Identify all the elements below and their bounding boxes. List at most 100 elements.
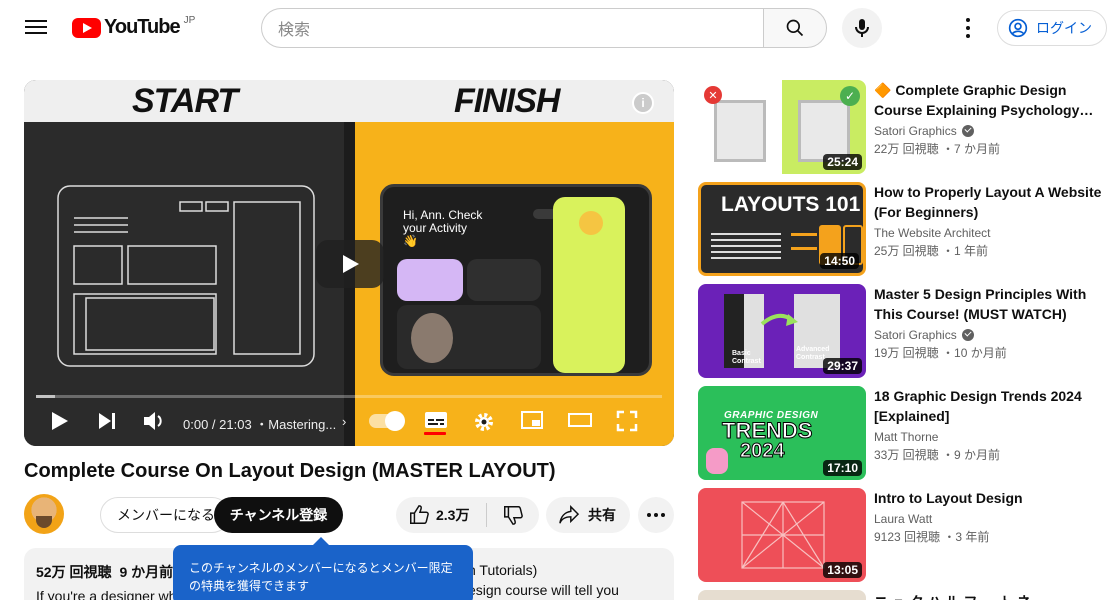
search-icon: [786, 19, 804, 37]
recommendation-meta: 25万 回視聴 ・1 年前: [874, 242, 1104, 259]
recommendation-channel[interactable]: Matt Thorne: [874, 430, 1104, 444]
chapter-chevron-icon[interactable]: ›: [342, 414, 346, 429]
view-count: 52万 回視聴: [36, 564, 112, 580]
subtitles-icon[interactable]: [424, 410, 448, 430]
youtube-logo[interactable]: YouTube JP: [72, 15, 196, 39]
share-button[interactable]: 共有: [546, 497, 630, 533]
logo-region: JP: [183, 15, 196, 26]
subscribe-button[interactable]: チャンネル登録: [214, 497, 343, 533]
tablet-avatar: [579, 211, 603, 235]
channel-name: Matt Thorne: [874, 430, 939, 444]
recommendation-title[interactable]: 18 Graphic Design Trends 2024 [Explained…: [874, 386, 1104, 426]
autoplay-toggle[interactable]: [369, 411, 405, 431]
play-icon[interactable]: [50, 410, 70, 432]
recommendation-item[interactable]: Basic Contrast Advanced Contrast 29:37 M…: [698, 284, 1108, 378]
mic-icon: [855, 19, 869, 37]
caption-start: START: [132, 82, 238, 120]
play-overlay-button[interactable]: [316, 240, 384, 288]
rec-views: 33万 回視聴: [874, 448, 939, 462]
channel-avatar[interactable]: [24, 494, 64, 534]
thumbnail-caption-band: START FINISH: [24, 80, 674, 122]
volume-icon[interactable]: [142, 410, 166, 432]
peace-hand-icon: [706, 448, 728, 474]
rec-views: 19万 回視聴: [874, 346, 939, 360]
rec-age: ・9 か月前: [942, 448, 1001, 462]
theater-mode-icon[interactable]: [568, 410, 592, 430]
rec-age: ・3 年前: [943, 530, 990, 544]
channel-name: Laura Watt: [874, 512, 933, 526]
logo-text: YouTube: [104, 16, 181, 38]
rec-views: 22万 回視聴: [874, 142, 939, 156]
upload-age: 9 か月前: [119, 564, 174, 580]
description-fragment-2: esign course will tell you: [468, 582, 619, 598]
correct-badge-icon: ✓: [840, 86, 860, 106]
recommendation-thumbnail[interactable]: GRAPHIC DESIGN TRENDS 2024 17:10: [698, 386, 866, 480]
youtube-play-icon: [72, 17, 101, 38]
duration-badge: 14:50: [820, 253, 859, 269]
duration-badge: 13:05: [823, 562, 862, 578]
thumbs-up-icon: [410, 505, 429, 524]
arrow-icon: [791, 233, 817, 236]
thumb-mockup-before: [714, 100, 766, 162]
settings-menu-icon[interactable]: [956, 18, 980, 38]
recommendation-title-partial[interactable]: ニ ュ ク ハ ル フ ー ト ネ: [874, 592, 1031, 600]
fullscreen-icon[interactable]: [616, 410, 638, 432]
thumb-text: LAYOUTS 101: [721, 193, 861, 216]
player-controls: 0:00 / 21:03 ・Mastering... ›: [24, 402, 674, 442]
rec-views: 25万 回視聴: [874, 244, 939, 258]
recommendation-channel[interactable]: Laura Watt: [874, 512, 1104, 526]
recommendation-meta: 33万 回視聴 ・9 か月前: [874, 446, 1104, 463]
recommendation-info: Intro to Layout Design Laura Watt 9123 回…: [874, 488, 1104, 545]
recommendation-title[interactable]: Master 5 Design Principles With This Cou…: [874, 284, 1104, 324]
tablet-card-purple: [397, 259, 463, 301]
tablet-mockup: Hi, Ann. Check your Activity 👋: [380, 184, 652, 376]
like-button[interactable]: 2.3万: [396, 504, 486, 526]
video-title: Complete Course On Layout Design (MASTER…: [24, 460, 556, 482]
duration-badge: 17:10: [823, 460, 862, 476]
recommendation-thumbnail-partial[interactable]: [698, 590, 866, 600]
miniplayer-icon[interactable]: [520, 410, 544, 430]
recommendation-item[interactable]: GRAPHIC DESIGN TRENDS 2024 17:10 18 Grap…: [698, 386, 1108, 480]
search-input[interactable]: 検索: [261, 8, 763, 48]
join-label: メンバーになる: [117, 507, 215, 523]
gear-icon[interactable]: [472, 410, 496, 434]
recommendation-info: Master 5 Design Principles With This Cou…: [874, 284, 1104, 361]
video-player[interactable]: START FINISH i Hi, Ann. Check your Activ…: [24, 80, 674, 446]
voice-search-button[interactable]: [842, 8, 882, 48]
dislike-button[interactable]: [487, 504, 539, 526]
tablet-greeting: Hi, Ann. Check your Activity 👋: [403, 208, 483, 248]
login-button[interactable]: ログイン: [997, 10, 1107, 46]
more-actions-icon[interactable]: [638, 497, 674, 533]
recommendation-item[interactable]: 13:05 Intro to Layout Design Laura Watt …: [698, 488, 1108, 582]
recommendation-info: 🔶 Complete Graphic Design Course Explain…: [874, 80, 1104, 157]
recommendation-title[interactable]: How to Properly Layout A Website (For Be…: [874, 182, 1104, 222]
recommendation-title[interactable]: Intro to Layout Design: [874, 488, 1104, 508]
verified-icon: [961, 329, 974, 341]
join-membership-button[interactable]: メンバーになる: [100, 497, 230, 533]
thumb-label-basic: Basic Contrast: [732, 350, 761, 365]
description-fragment-1: n Tutorials): [468, 562, 538, 578]
layout-grid-illustration: [741, 501, 825, 569]
next-icon[interactable]: [96, 410, 118, 432]
recommendation-thumbnail[interactable]: 13:05: [698, 488, 866, 582]
recommendation-thumbnail[interactable]: ✕ ✓ 25:24: [698, 80, 866, 174]
search-button[interactable]: [763, 8, 827, 48]
recommendation-channel[interactable]: Satori Graphics: [874, 328, 1104, 342]
recommendation-item[interactable]: LAYOUTS 101 14:50 How to Properly Layout…: [698, 182, 1108, 276]
progress-buffered: [36, 395, 55, 398]
menu-icon[interactable]: [22, 16, 50, 40]
recommendation-title[interactable]: 🔶 Complete Graphic Design Course Explain…: [874, 80, 1104, 120]
thumb-line-3: 2024: [740, 440, 785, 463]
channel-name: The Website Architect: [874, 226, 991, 240]
info-icon[interactable]: i: [632, 92, 654, 114]
recommendation-channel[interactable]: The Website Architect: [874, 226, 1104, 240]
recommendation-channel[interactable]: Satori Graphics: [874, 124, 1104, 138]
recommendation-thumbnail[interactable]: LAYOUTS 101 14:50: [698, 182, 866, 276]
progress-bar[interactable]: [36, 395, 662, 398]
recommendation-item[interactable]: ✕ ✓ 25:24 🔶 Complete Graphic Design Cour…: [698, 80, 1108, 174]
tablet-portrait: [411, 313, 453, 363]
thumbs-down-icon: [504, 506, 523, 525]
time-display: 0:00 / 21:03 ・Mastering...: [183, 417, 337, 432]
rec-age: ・7 か月前: [942, 142, 1001, 156]
recommendation-thumbnail[interactable]: Basic Contrast Advanced Contrast 29:37: [698, 284, 866, 378]
